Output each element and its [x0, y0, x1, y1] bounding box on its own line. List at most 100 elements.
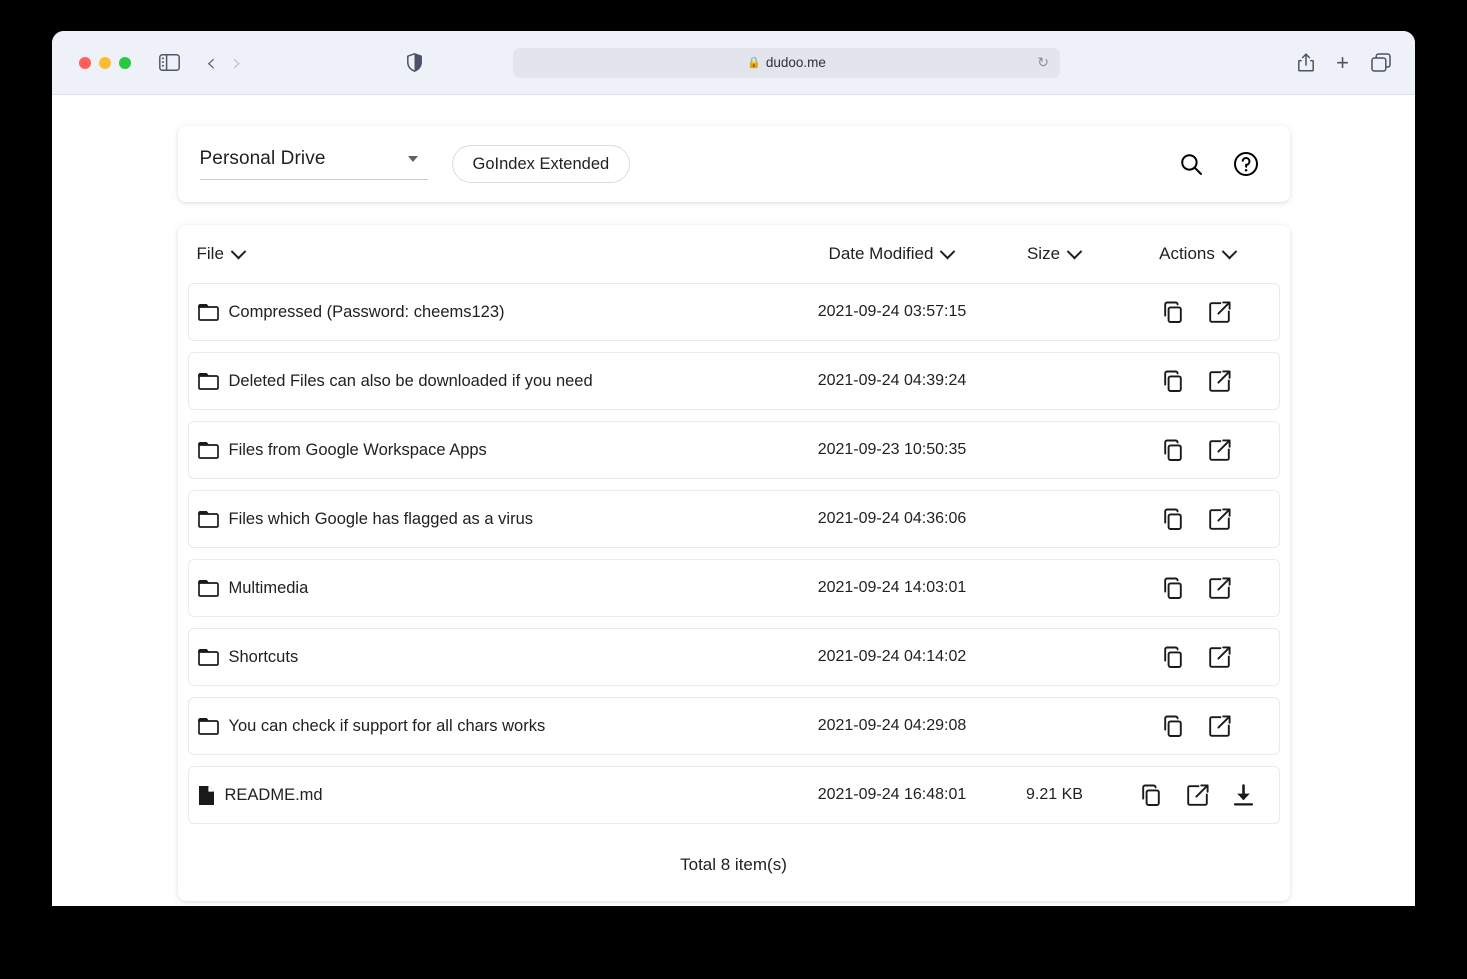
open-in-new-icon[interactable]	[1208, 507, 1232, 531]
row-file-name: Files which Google has flagged as a viru…	[228, 509, 534, 528]
table-row[interactable]: Shortcuts 2021-09-24 04:14:02	[187, 628, 1280, 686]
copy-icon[interactable]	[1162, 714, 1186, 738]
row-date-modified: 2021-09-24 04:14:02	[817, 648, 967, 665]
url-text: dudoo.me	[765, 55, 826, 70]
chevron-down-icon	[1221, 243, 1238, 259]
navigation-arrows: ‹ ›	[206, 50, 242, 75]
row-file-name: Files from Google Workspace Apps	[228, 440, 487, 459]
table-row[interactable]: You can check if support for all chars w…	[187, 697, 1280, 755]
copy-icon[interactable]	[1140, 783, 1164, 807]
copy-icon[interactable]	[1162, 300, 1186, 324]
table-header-row: File Date Modified Size Actions	[188, 225, 1280, 283]
close-window-button[interactable]	[79, 56, 91, 69]
row-file-cell: Compressed (Password: cheems123)	[197, 302, 791, 322]
chevron-down-icon	[1066, 243, 1083, 259]
column-header-file[interactable]: File	[196, 243, 790, 264]
row-file-cell: Shortcuts	[197, 647, 791, 667]
minimize-window-button[interactable]	[99, 56, 111, 69]
tab-overview-icon[interactable]	[1371, 53, 1391, 72]
lock-icon: 🔒	[747, 57, 761, 69]
reload-icon[interactable]: ↻	[1037, 54, 1049, 71]
row-file-cell: Files from Google Workspace Apps	[197, 440, 791, 460]
page-content: Personal Drive GoIndex Extended File Dat…	[52, 95, 1415, 906]
drive-select-label: Personal Drive	[199, 148, 326, 169]
privacy-shield-icon[interactable]	[407, 53, 422, 72]
row-actions	[1116, 783, 1279, 807]
plus-icon[interactable]: +	[1336, 51, 1349, 74]
sidebar-toggle-icon[interactable]	[159, 54, 180, 71]
column-header-size-label: Size	[1026, 244, 1061, 263]
toolbar-right-actions: +	[1298, 51, 1391, 74]
table-row[interactable]: Deleted Files can also be downloaded if …	[187, 352, 1280, 410]
open-in-new-icon[interactable]	[1208, 714, 1232, 738]
row-actions	[1116, 438, 1279, 462]
share-icon[interactable]	[1298, 53, 1315, 72]
row-actions	[1116, 300, 1279, 324]
row-file-cell: You can check if support for all chars w…	[197, 716, 791, 736]
url-bar[interactable]: 🔒 dudoo.me ↻	[513, 47, 1060, 78]
row-file-name: Deleted Files can also be downloaded if …	[228, 371, 593, 390]
column-header-date-label: Date Modified	[828, 244, 934, 263]
row-date-modified: 2021-09-24 03:57:15	[817, 303, 967, 320]
file-rows: Compressed (Password: cheems123) 2021-09-…	[187, 283, 1280, 824]
open-in-new-icon[interactable]	[1208, 369, 1232, 393]
row-file-name: You can check if support for all chars w…	[228, 716, 546, 735]
download-icon[interactable]	[1232, 783, 1255, 807]
folder-icon	[197, 717, 219, 735]
table-row[interactable]: Files which Google has flagged as a viru…	[187, 490, 1280, 548]
chevron-down-icon	[230, 243, 247, 259]
row-file-cell: README.md	[198, 785, 791, 806]
app-name-button[interactable]: GoIndex Extended	[451, 145, 631, 183]
copy-icon[interactable]	[1162, 576, 1186, 600]
table-row[interactable]: README.md 2021-09-24 16:48:01 9.21 KB	[187, 766, 1280, 824]
row-file-name: Shortcuts	[228, 647, 299, 666]
search-icon[interactable]	[1179, 152, 1204, 177]
row-date-modified: 2021-09-24 16:48:01	[817, 786, 967, 803]
copy-icon[interactable]	[1162, 369, 1186, 393]
folder-icon	[197, 372, 219, 390]
row-date-modified: 2021-09-23 10:50:35	[817, 441, 967, 458]
row-actions	[1116, 507, 1279, 531]
browser-window: ‹ › 🔒 dudoo.me ↻ + Personal Drive GoInde…	[52, 31, 1415, 906]
row-file-cell: Deleted Files can also be downloaded if …	[197, 371, 791, 391]
row-file-name: Multimedia	[228, 578, 309, 597]
column-header-file-label: File	[196, 244, 224, 263]
chevron-down-icon	[407, 156, 418, 162]
open-in-new-icon[interactable]	[1208, 645, 1232, 669]
open-in-new-icon[interactable]	[1208, 300, 1232, 324]
row-file-name: README.md	[224, 785, 323, 804]
row-actions	[1116, 714, 1279, 738]
drive-select[interactable]: Personal Drive	[199, 148, 428, 180]
column-header-actions[interactable]: Actions	[1115, 243, 1280, 264]
column-header-size[interactable]: Size	[993, 243, 1115, 264]
folder-icon	[197, 579, 219, 597]
copy-icon[interactable]	[1162, 645, 1186, 669]
table-row[interactable]: Compressed (Password: cheems123) 2021-09-…	[187, 283, 1280, 341]
row-file-cell: Multimedia	[197, 578, 791, 598]
row-date-modified: 2021-09-24 04:39:24	[817, 372, 967, 389]
row-actions	[1116, 369, 1279, 393]
header-actions	[1179, 151, 1259, 177]
row-file-name: Compressed (Password: cheems123)	[228, 302, 505, 321]
open-in-new-icon[interactable]	[1208, 438, 1232, 462]
copy-icon[interactable]	[1162, 438, 1186, 462]
table-row[interactable]: Multimedia 2021-09-24 14:03:01	[187, 559, 1280, 617]
copy-icon[interactable]	[1162, 507, 1186, 531]
back-arrow-icon[interactable]: ‹	[206, 50, 216, 75]
maximize-window-button[interactable]	[119, 56, 131, 69]
open-in-new-icon[interactable]	[1208, 576, 1232, 600]
table-row[interactable]: Files from Google Workspace Apps 2021-09-…	[187, 421, 1280, 479]
folder-icon	[197, 441, 219, 459]
open-in-new-icon[interactable]	[1186, 783, 1210, 807]
row-date-modified: 2021-09-24 04:36:06	[817, 510, 967, 527]
column-header-actions-label: Actions	[1159, 244, 1215, 263]
row-date-modified: 2021-09-24 14:03:01	[817, 579, 967, 596]
folder-icon	[197, 303, 219, 321]
file-list-card: File Date Modified Size Actions Compress…	[177, 225, 1290, 901]
column-header-date[interactable]: Date Modified	[790, 243, 993, 264]
row-date-modified: 2021-09-24 04:29:08	[817, 717, 967, 734]
help-circle-icon[interactable]	[1233, 151, 1259, 177]
row-actions	[1116, 576, 1279, 600]
chevron-down-icon	[940, 243, 956, 259]
file-icon	[198, 785, 215, 806]
